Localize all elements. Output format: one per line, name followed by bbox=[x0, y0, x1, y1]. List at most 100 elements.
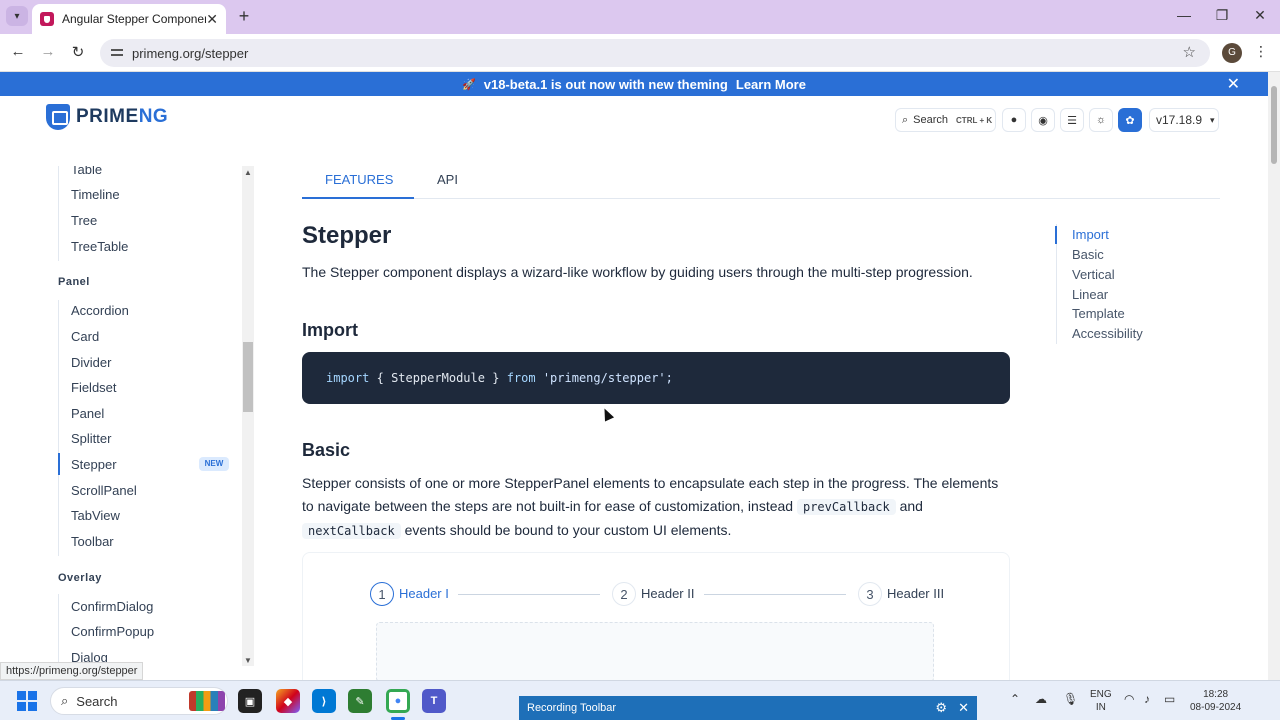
sidebar-item-splitter[interactable]: Splitter bbox=[71, 431, 111, 446]
scroll-up-icon[interactable]: ▲ bbox=[244, 168, 252, 177]
forward-arrow-icon[interactable]: → bbox=[38, 43, 58, 60]
code-brace-open: { bbox=[376, 371, 384, 385]
step-2-number[interactable]: 2 bbox=[612, 582, 636, 606]
site-info-icon[interactable] bbox=[110, 46, 124, 60]
toc-item-linear[interactable]: Linear bbox=[1072, 287, 1108, 302]
address-bar[interactable]: primeng.org/stepper ☆ bbox=[100, 39, 1210, 67]
primeng-logo[interactable]: PRIME NG bbox=[46, 104, 168, 130]
volume-icon[interactable]: ♪ bbox=[1144, 692, 1150, 706]
page-scrollbar-thumb[interactable] bbox=[1271, 86, 1277, 164]
page-scrollbar[interactable] bbox=[1268, 72, 1280, 680]
toc-item-accessibility[interactable]: Accessibility bbox=[1072, 326, 1143, 341]
sidebar-item-fieldset[interactable]: Fieldset bbox=[71, 380, 117, 395]
reload-icon[interactable]: ↻ bbox=[68, 43, 88, 61]
sidebar-group-overlay: Overlay bbox=[58, 572, 102, 584]
learn-more-link[interactable]: Learn More bbox=[736, 77, 806, 92]
wifi-icon[interactable]: ◠ bbox=[1124, 692, 1134, 706]
onedrive-icon[interactable]: ☁ bbox=[1035, 692, 1047, 706]
toc-item-import[interactable]: Import bbox=[1072, 227, 1109, 242]
version-dropdown[interactable]: v17.18.9 ▾ bbox=[1149, 108, 1219, 132]
mouse-cursor-icon bbox=[599, 406, 615, 422]
browser-menu-icon[interactable]: ⋮ bbox=[1254, 43, 1268, 60]
vscode-icon[interactable]: ⟩ bbox=[312, 689, 336, 713]
sidebar-item-scrollpanel[interactable]: ScrollPanel bbox=[71, 483, 137, 498]
github-icon[interactable]: ● bbox=[1002, 108, 1026, 132]
palette-icon[interactable]: ✿ bbox=[1118, 108, 1142, 132]
sidebar-item-stepper[interactable]: Stepper bbox=[71, 457, 117, 472]
gear-icon[interactable]: ⚙ bbox=[935, 700, 947, 716]
next-callback-chip: nextCallback bbox=[302, 523, 401, 539]
close-window-icon[interactable]: ✕ bbox=[1250, 7, 1270, 24]
code-from-keyword: from bbox=[506, 371, 536, 385]
back-arrow-icon[interactable]: ← bbox=[8, 43, 28, 60]
chevron-down-icon: ▾ bbox=[1210, 114, 1215, 125]
primeng-favicon-icon bbox=[40, 12, 54, 26]
sidebar-scrollbar-thumb[interactable] bbox=[243, 342, 253, 412]
page-title: Stepper bbox=[302, 222, 392, 249]
system-clock[interactable]: 18:28 08-09-2024 bbox=[1190, 688, 1241, 714]
sidebar-scrollbar[interactable]: ▲ ▼ bbox=[242, 166, 254, 666]
sidebar-item-timeline[interactable]: Timeline bbox=[71, 187, 120, 202]
step-3-number[interactable]: 3 bbox=[858, 582, 882, 606]
forum-icon[interactable]: ☰ bbox=[1060, 108, 1084, 132]
search-button[interactable]: ⌕ Search CTRL + K bbox=[895, 108, 996, 132]
toc-active-indicator bbox=[1055, 226, 1057, 244]
sidebar-item-panel[interactable]: Panel bbox=[71, 406, 104, 421]
close-icon[interactable]: ✕ bbox=[958, 700, 969, 716]
address-url: primeng.org/stepper bbox=[132, 45, 249, 61]
microphone-icon[interactable]: 🎙 bbox=[1063, 692, 1078, 706]
bookmark-star-icon[interactable]: ☆ bbox=[1183, 43, 1196, 61]
step-3-label[interactable]: Header III bbox=[887, 586, 944, 601]
step-connector bbox=[704, 594, 846, 595]
sidebar-item-accordion[interactable]: Accordion bbox=[71, 303, 129, 318]
discord-icon[interactable]: ◉ bbox=[1031, 108, 1055, 132]
basic-heading: Basic bbox=[302, 440, 351, 460]
toc-item-basic[interactable]: Basic bbox=[1072, 247, 1104, 262]
tab-features[interactable]: FEATURES bbox=[325, 172, 393, 187]
search-shortcut: CTRL + K bbox=[956, 115, 993, 125]
sidebar-item-confirmpopup[interactable]: ConfirmPopup bbox=[71, 624, 154, 639]
teams-icon[interactable]: T bbox=[422, 689, 446, 713]
tab-search-icon[interactable]: ▾ bbox=[6, 6, 28, 26]
tray-chevron-up-icon[interactable]: ⌃ bbox=[1010, 692, 1020, 706]
copilot-icon[interactable]: ◆ bbox=[276, 689, 300, 713]
sidebar-item-tabview[interactable]: TabView bbox=[71, 508, 120, 523]
step-1-label[interactable]: Header I bbox=[399, 586, 449, 601]
new-tab-icon[interactable]: + bbox=[234, 6, 254, 27]
browser-tab[interactable]: Angular Stepper Component ✕ bbox=[32, 4, 226, 34]
task-view-icon[interactable]: ▣ bbox=[238, 689, 262, 713]
browser-tab-bar: ▾ Angular Stepper Component ✕ + — ❐ ✕ bbox=[0, 0, 1280, 34]
theme-sun-icon[interactable]: ☼ bbox=[1089, 108, 1113, 132]
sidebar-item-divider[interactable]: Divider bbox=[71, 355, 111, 370]
step-connector bbox=[458, 594, 600, 595]
sidebar-item-treetable[interactable]: TreeTable bbox=[71, 239, 128, 254]
paint-icon[interactable]: ✎ bbox=[348, 689, 372, 713]
import-code-block: import { StepperModule } from 'primeng/s… bbox=[302, 352, 1010, 404]
step-1-number[interactable]: 1 bbox=[370, 582, 394, 606]
step-2-label[interactable]: Header II bbox=[641, 586, 694, 601]
scroll-down-icon[interactable]: ▼ bbox=[244, 656, 252, 665]
taskbar-search[interactable]: ⌕ Search bbox=[50, 687, 228, 715]
sidebar-item-confirmdialog[interactable]: ConfirmDialog bbox=[71, 599, 153, 614]
chrome-icon[interactable]: ● bbox=[386, 689, 410, 713]
toc-item-template[interactable]: Template bbox=[1072, 306, 1125, 321]
sidebar-item-toolbar[interactable]: Toolbar bbox=[71, 534, 114, 549]
language-indicator[interactable]: ENG IN bbox=[1090, 688, 1112, 714]
tab-api[interactable]: API bbox=[437, 172, 458, 187]
code-path: 'primeng/stepper'; bbox=[542, 371, 673, 385]
logo-ng: NG bbox=[138, 106, 169, 127]
tab-close-icon[interactable]: ✕ bbox=[206, 11, 218, 28]
battery-icon[interactable]: ▭ bbox=[1164, 692, 1175, 706]
windows-start-icon[interactable] bbox=[17, 691, 37, 711]
minimize-icon[interactable]: — bbox=[1174, 7, 1194, 23]
sidebar-item-table[interactable]: Table bbox=[71, 166, 102, 177]
page-description: The Stepper component displays a wizard-… bbox=[302, 264, 973, 280]
profile-avatar[interactable]: G bbox=[1222, 43, 1242, 63]
sidebar-item-tree[interactable]: Tree bbox=[71, 213, 97, 228]
banner-close-icon[interactable]: ✕ bbox=[1227, 74, 1240, 94]
logo-prime: PRIME bbox=[76, 106, 139, 127]
sidebar-item-card[interactable]: Card bbox=[71, 329, 99, 344]
basic-description: Stepper consists of one or more StepperP… bbox=[302, 472, 1012, 543]
restore-icon[interactable]: ❐ bbox=[1212, 7, 1232, 24]
toc-item-vertical[interactable]: Vertical bbox=[1072, 267, 1115, 282]
